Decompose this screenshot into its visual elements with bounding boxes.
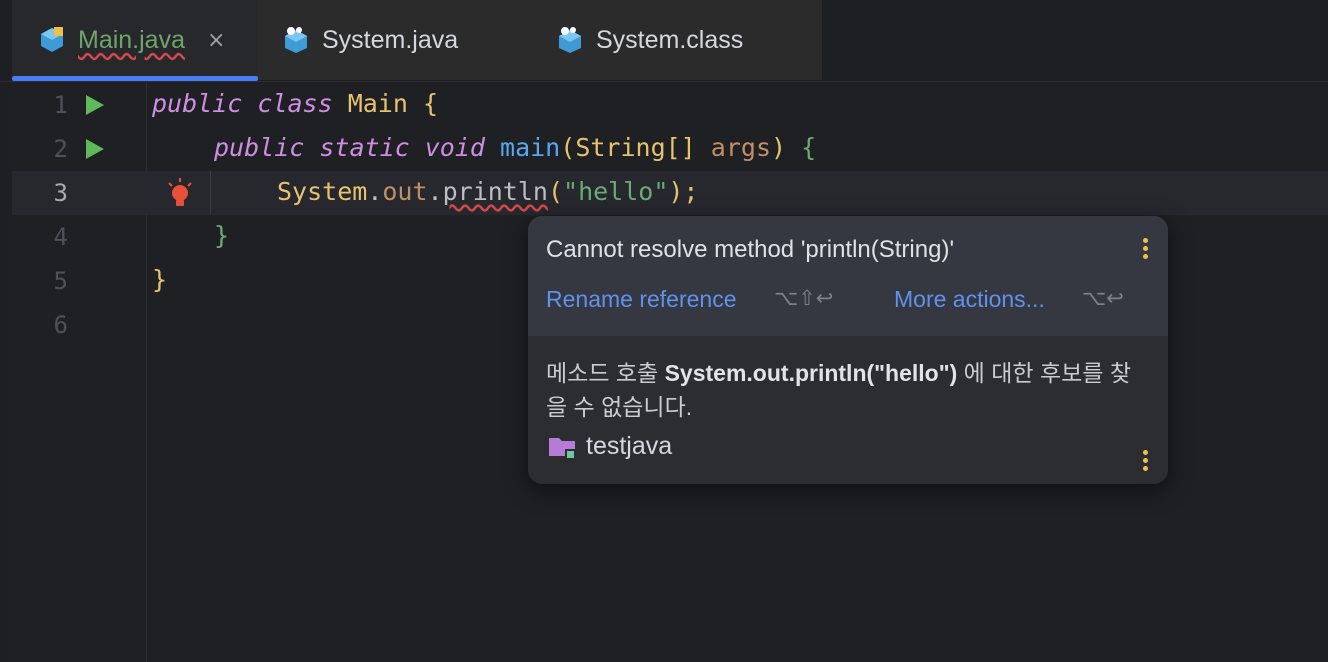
code-line-1: 1 public class Main { [12,83,1328,127]
more-options-icon[interactable] [1143,450,1149,474]
close-icon[interactable]: × [207,28,225,53]
code-text: } [214,221,230,250]
code-text: public class Main { [152,89,439,118]
error-message: Cannot resolve method 'println(String)' [546,236,955,263]
code-text: public static void main(String[] args) { [214,133,817,162]
java-source-icon [285,27,307,53]
run-icon[interactable] [84,93,106,117]
line-number: 1 [53,91,68,119]
code-line-2: 2 public static void main(String[] args)… [12,127,1328,171]
rename-shortcut: ⌥⇧↩ [774,286,834,310]
module-folder-icon [549,437,575,459]
code-text: System.out.println("hello"); [277,177,699,206]
tab-label: Main.java [78,25,185,54]
run-icon[interactable] [84,137,106,161]
tab-label: System.class [596,25,744,54]
code-text: } [152,265,168,294]
code-line-3: 3 System.out.println("hello"); [12,171,1328,215]
more-actions-link[interactable]: More actions... [894,286,1045,313]
java-class-icon [41,27,63,52]
line-number: 5 [53,267,68,295]
lightbulb-icon[interactable] [166,177,194,209]
rename-reference-link[interactable]: Rename reference [546,286,737,313]
error-description: 메소드 호출 System.out.println("hello") 에 대한 … [546,360,1131,420]
active-tab-indicator [12,76,258,81]
tab-main-java[interactable]: Main.java × [12,0,258,80]
more-options-icon[interactable] [1143,238,1149,262]
indent-guide [210,171,211,215]
tab-label: System.java [322,25,459,54]
error-tooltip-popup: Cannot resolve method 'println(String)' … [528,216,1168,484]
line-number: 3 [53,179,68,207]
line-number: 2 [53,135,68,163]
editor-tab-bar: Main.java × System.java System.class [0,0,1328,82]
more-actions-shortcut: ⌥↩ [1082,286,1124,310]
line-number: 6 [53,311,68,339]
tab-system-java[interactable]: System.java [258,0,528,80]
line-number: 4 [53,223,68,251]
module-info: testjava [548,432,672,461]
popup-header [528,216,1168,336]
module-name: testjava [586,432,673,460]
tab-system-class[interactable]: System.class [528,0,822,80]
java-classfile-icon [559,27,581,53]
